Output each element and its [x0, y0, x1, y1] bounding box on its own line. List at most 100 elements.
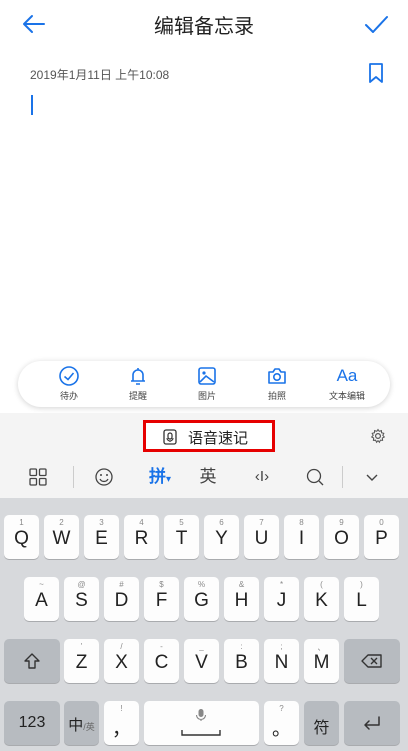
voice-note-label: 语音速记 [188, 429, 249, 447]
key-label: H [234, 590, 249, 611]
key-sub: 2 [59, 518, 64, 527]
pinyin-mode-button[interactable]: 拼▾ [140, 456, 180, 498]
key-c[interactable]: -C [144, 639, 179, 683]
app-header: 编辑备忘录 [0, 0, 408, 48]
key-w[interactable]: 2W [44, 515, 79, 559]
camera-icon [268, 368, 286, 384]
key-label: K [315, 590, 328, 611]
text-edit-label: 文本编辑 [328, 391, 365, 401]
key-u[interactable]: 7U [244, 515, 279, 559]
key-j[interactable]: * J [264, 577, 299, 621]
bookmark-icon[interactable] [366, 62, 386, 84]
key-sub: 9 [339, 518, 344, 527]
pinyin-label: 拼 [148, 467, 166, 486]
key-sub: 8 [299, 518, 304, 527]
key-sub: 5 [179, 518, 184, 527]
cursor-control-button[interactable]: ‹I› [244, 456, 280, 498]
key-label: F [155, 590, 168, 611]
key-label: G [194, 590, 209, 611]
key-label: B [235, 652, 248, 673]
key-label: W [52, 528, 71, 549]
image-button[interactable]: 图片 [172, 365, 242, 405]
language-switch-key[interactable]: 中/英 [64, 701, 99, 745]
key-p[interactable]: 0P [364, 515, 399, 559]
search-button[interactable] [299, 456, 331, 498]
key-sub: ? [279, 704, 284, 713]
camera-button[interactable]: 拍照 [242, 365, 312, 405]
enter-icon [364, 716, 380, 730]
key-g[interactable]: % G [184, 577, 219, 621]
key-z[interactable]: ' Z [64, 639, 99, 683]
toolbar-divider [73, 466, 74, 488]
grid-menu-button[interactable] [20, 456, 56, 498]
key-h[interactable]: & H [224, 577, 259, 621]
key-i[interactable]: 8I [284, 515, 319, 559]
chevron-down-icon [366, 474, 378, 481]
text-edit-button[interactable]: Aa 文本编辑 [312, 365, 382, 405]
backspace-key[interactable] [344, 639, 400, 683]
key-sub: _ [199, 642, 204, 651]
key-label: V [195, 652, 208, 673]
emoji-button[interactable] [86, 456, 122, 498]
enter-key[interactable] [344, 701, 400, 745]
key-label: E [95, 528, 108, 549]
key-o[interactable]: 9O [324, 515, 359, 559]
symbols-key[interactable]: 符 [304, 701, 339, 745]
key-sub: # [119, 580, 124, 589]
numbers-key[interactable]: 123 [4, 701, 60, 745]
key-n[interactable]: ; N [264, 639, 299, 683]
key-label: I [298, 528, 305, 549]
key-label: ， [111, 719, 131, 740]
reminder-button[interactable]: 提醒 [103, 365, 173, 405]
key-sub: ; [280, 642, 283, 651]
key-sub: 1 [19, 518, 24, 527]
key-sub: ' [80, 642, 83, 651]
english-mode-button[interactable]: 英 [192, 456, 224, 498]
key-v[interactable]: _ V [184, 639, 219, 683]
key-sub: 0 [379, 518, 384, 527]
key-sub: / [120, 642, 123, 651]
period-key[interactable]: ?。 [264, 701, 299, 745]
key-k[interactable]: (K [304, 577, 339, 621]
shift-key[interactable] [4, 639, 60, 683]
key-e[interactable]: 3E [84, 515, 119, 559]
key-sub: 7 [259, 518, 264, 527]
space-key[interactable] [144, 701, 259, 745]
language-label: 中/英 [64, 714, 99, 735]
collapse-keyboard-button[interactable] [356, 456, 388, 498]
check-icon[interactable] [360, 8, 392, 40]
key-d[interactable]: # D [104, 577, 139, 621]
gear-icon[interactable] [370, 428, 386, 444]
key-f[interactable]: $ F [144, 577, 179, 621]
key-q[interactable]: 1Q [4, 515, 39, 559]
comma-key[interactable]: !， [104, 701, 139, 745]
key-l[interactable]: ) L [344, 577, 379, 621]
text-cursor[interactable] [31, 95, 33, 115]
camera-label: 拍照 [267, 391, 286, 401]
todo-button[interactable]: 待办 [34, 365, 104, 405]
voice-note-button[interactable]: 语音速记 [143, 420, 275, 452]
key-x[interactable]: / X [104, 639, 139, 683]
shift-icon [24, 653, 40, 669]
key-sub: 6 [219, 518, 224, 527]
key-m[interactable]: 、 M [304, 639, 339, 683]
key-label: Z [75, 652, 88, 673]
key-sub: ! [120, 704, 123, 713]
key-label: T [175, 528, 188, 549]
chevron-down-icon: ▾ [165, 474, 172, 485]
key-a[interactable]: ~ A [24, 577, 59, 621]
voice-memo-icon [163, 429, 177, 445]
key-r[interactable]: 4R [124, 515, 159, 559]
key-label: S [75, 590, 88, 611]
space-bar-icon [181, 730, 221, 736]
key-t[interactable]: 5T [164, 515, 199, 559]
key-sub: & [238, 580, 245, 589]
key-s[interactable]: @ S [64, 577, 99, 621]
text-format-icon: Aa [336, 366, 358, 385]
keyboard-toolbar: 拼▾ 英 ‹I› [0, 456, 408, 498]
key-b[interactable]: :B [224, 639, 259, 683]
microphone-icon [195, 709, 207, 721]
key-sub: $ [159, 580, 164, 589]
page-title: 编辑备忘录 [154, 14, 254, 38]
key-y[interactable]: 6Y [204, 515, 239, 559]
